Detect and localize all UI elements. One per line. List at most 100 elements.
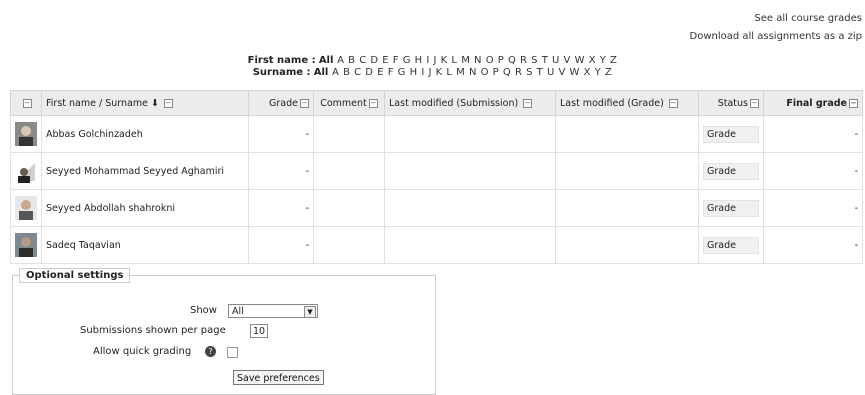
initial-letter[interactable]: W — [575, 55, 585, 66]
last-submission-column-header[interactable]: Last modified (Submission) − — [384, 90, 556, 116]
initial-letter[interactable]: E — [382, 55, 388, 66]
grade-button[interactable]: Grade — [703, 162, 759, 180]
initial-all[interactable]: All — [314, 67, 329, 78]
student-name[interactable]: Sadeq Taqavian — [41, 226, 249, 264]
initial-letter[interactable]: K — [436, 67, 443, 78]
initial-letter[interactable]: G — [403, 55, 411, 66]
initial-letter[interactable]: Z — [610, 55, 617, 66]
grade-column-header[interactable]: Grade − — [248, 90, 314, 116]
save-preferences-button[interactable]: Save preferences — [233, 370, 324, 385]
initial-letter[interactable]: B — [348, 55, 355, 66]
initial-letter[interactable]: V — [564, 55, 571, 66]
grade-button[interactable]: Grade — [703, 125, 759, 143]
table-row: Seyyed Mohammad Seyyed Aghamiri - Grade … — [10, 152, 863, 190]
name-column-header[interactable]: First name / Surname ⬇ − — [41, 90, 249, 116]
initial-letter[interactable]: K — [441, 55, 448, 66]
initial-all[interactable]: All — [319, 55, 334, 66]
initial-letter[interactable]: O — [486, 55, 494, 66]
student-name[interactable]: Seyyed Abdollah shahrokni — [41, 189, 249, 227]
collapse-icon[interactable]: − — [523, 98, 533, 108]
user-avatar[interactable] — [15, 196, 37, 220]
initial-letter[interactable]: U — [547, 67, 554, 78]
per-page-label: Submissions shown per page — [80, 325, 226, 336]
collapse-icon[interactable]: − — [300, 98, 309, 108]
user-avatar[interactable] — [15, 122, 37, 146]
collapse-icon[interactable]: − — [849, 98, 858, 108]
initial-letter[interactable]: T — [542, 55, 548, 66]
per-page-input[interactable]: 10 — [250, 324, 268, 338]
initial-letter[interactable]: M — [456, 67, 465, 78]
surname-initials: Surname : All A B C D E F G H I J K L M … — [252, 67, 612, 78]
initial-letter[interactable]: T — [537, 67, 543, 78]
initial-letter[interactable]: L — [446, 67, 452, 78]
initial-letter[interactable]: Z — [605, 67, 612, 78]
table-row: Sadeq Taqavian - Grade - — [10, 226, 863, 264]
student-name[interactable]: Abbas Golchinzadeh — [41, 115, 249, 153]
comment-column-header[interactable]: Comment − — [313, 90, 385, 116]
initial-letter[interactable]: F — [393, 55, 399, 66]
download-zip-link[interactable]: Download all assignments as a zip — [690, 28, 863, 46]
initial-letter[interactable]: I — [421, 67, 424, 78]
initial-letter[interactable]: X — [589, 55, 596, 66]
show-select[interactable]: All ▼ — [228, 304, 318, 318]
initial-letter[interactable]: J — [428, 67, 431, 78]
initial-letter[interactable]: P — [498, 55, 504, 66]
initial-letter[interactable]: X — [584, 67, 591, 78]
user-avatar[interactable] — [15, 159, 37, 183]
see-all-grades-link[interactable]: See all course grades — [690, 10, 862, 28]
initial-letter[interactable]: B — [343, 67, 350, 78]
collapse-icon[interactable]: − — [163, 98, 173, 108]
initial-letter[interactable]: W — [569, 67, 579, 78]
initial-letter[interactable]: U — [552, 55, 559, 66]
initial-letter[interactable]: Q — [503, 67, 511, 78]
show-label: Show — [190, 305, 217, 316]
select-column-header[interactable]: − — [10, 90, 42, 116]
initial-letter[interactable]: C — [354, 67, 361, 78]
user-avatar[interactable] — [15, 233, 37, 257]
initial-letter[interactable]: J — [434, 55, 437, 66]
grade-button[interactable]: Grade — [703, 236, 759, 254]
initial-letter[interactable]: E — [377, 67, 383, 78]
initial-letter[interactable]: Q — [508, 55, 516, 66]
initial-letter[interactable]: H — [415, 55, 423, 66]
initial-letter[interactable]: L — [451, 55, 457, 66]
initial-letter[interactable]: I — [426, 55, 429, 66]
initial-letter[interactable]: A — [332, 67, 339, 78]
collapse-icon[interactable]: − — [668, 98, 678, 108]
initial-letter[interactable]: A — [337, 55, 344, 66]
initial-letter[interactable]: R — [520, 55, 527, 66]
last-grade-column-header[interactable]: Last modified (Grade) − — [555, 90, 699, 116]
final-grade-column-header[interactable]: Final grade − — [763, 90, 863, 116]
grade-button[interactable]: Grade — [703, 199, 759, 217]
initial-letter[interactable]: P — [493, 67, 499, 78]
initial-letter[interactable]: N — [474, 55, 481, 66]
initial-letter[interactable]: Y — [595, 67, 601, 78]
initial-letter[interactable]: D — [365, 67, 373, 78]
table-row: Seyyed Abdollah shahrokni - Grade - — [10, 189, 863, 227]
initial-letter[interactable]: S — [526, 67, 532, 78]
initial-letter[interactable]: M — [461, 55, 470, 66]
collapse-icon[interactable]: − — [22, 98, 32, 108]
status-column-header[interactable]: Status − — [698, 90, 764, 116]
collapse-icon[interactable]: − — [368, 98, 378, 108]
quick-grading-checkbox[interactable] — [227, 347, 238, 358]
top-links: See all course grades Download all assig… — [690, 10, 863, 46]
initial-letter[interactable]: V — [558, 67, 565, 78]
chevron-down-icon[interactable]: ▼ — [304, 306, 316, 318]
initial-letter[interactable]: F — [388, 67, 394, 78]
initial-letter[interactable]: H — [410, 67, 418, 78]
initials-bar: First name : All A B C D E F G H I J K L… — [0, 55, 865, 79]
quick-grading-label: Allow quick grading — [93, 346, 192, 357]
collapse-icon[interactable]: − — [750, 98, 759, 108]
initial-letter[interactable]: S — [531, 55, 537, 66]
student-name[interactable]: Seyyed Mohammad Seyyed Aghamiri — [41, 152, 249, 190]
initial-letter[interactable]: O — [481, 67, 489, 78]
sort-down-icon[interactable]: ⬇ — [151, 98, 159, 109]
initial-letter[interactable]: G — [398, 67, 406, 78]
help-icon[interactable]: ? — [205, 346, 216, 357]
initial-letter[interactable]: D — [370, 55, 378, 66]
initial-letter[interactable]: Y — [600, 55, 606, 66]
initial-letter[interactable]: N — [469, 67, 476, 78]
initial-letter[interactable]: C — [359, 55, 366, 66]
initial-letter[interactable]: R — [515, 67, 522, 78]
